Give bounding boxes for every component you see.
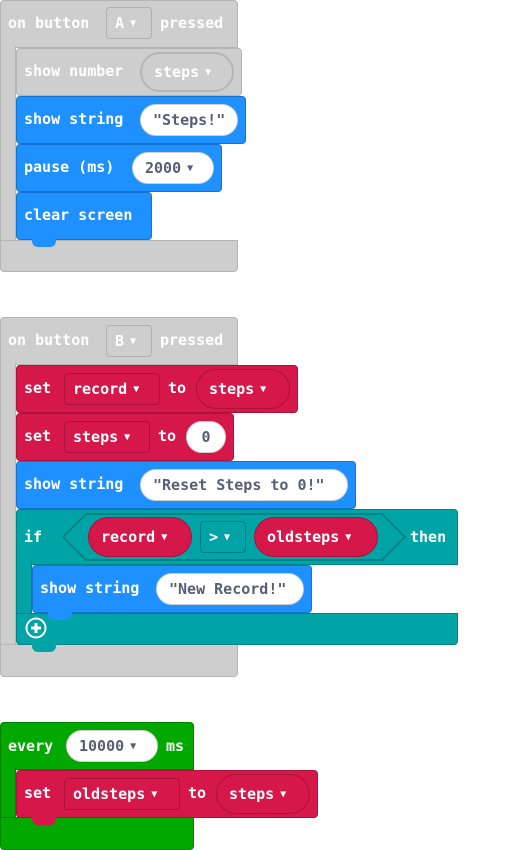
- compare-left-dropdown[interactable]: record ▼: [88, 517, 192, 557]
- caret-down-icon: ▼: [133, 383, 140, 395]
- show-number-value-dropdown[interactable]: steps ▼: [140, 52, 234, 92]
- compare-right-dropdown[interactable]: oldsteps ▼: [254, 517, 378, 557]
- show-string-label: show string: [24, 110, 124, 128]
- clear-screen-notch: [32, 239, 56, 247]
- caret-down-icon: ▼: [280, 788, 287, 800]
- on-button-a-suffix: pressed: [160, 14, 224, 32]
- if-block-body-left: [16, 563, 32, 615]
- show-string-reset-label: show string: [24, 475, 124, 493]
- set-record-to-label: to: [168, 379, 187, 397]
- compare-operator-dropdown[interactable]: > ▼: [200, 521, 246, 553]
- show-string-new-record-input[interactable]: "New Record!": [156, 573, 304, 605]
- set-steps-value-input[interactable]: 0: [186, 421, 226, 453]
- set-record-label: set: [24, 379, 52, 397]
- set-oldsteps-notch: [32, 817, 56, 825]
- caret-down-icon: ▼: [130, 740, 137, 752]
- set-record-value-dropdown[interactable]: steps ▼: [196, 369, 290, 409]
- button-a-dropdown[interactable]: A ▼: [106, 7, 152, 39]
- caret-down-icon: ▼: [224, 531, 231, 543]
- every-interval-dropdown[interactable]: 10000 ▼: [66, 730, 158, 762]
- caret-down-icon: ▼: [260, 383, 267, 395]
- show-number-label: show number: [24, 62, 124, 80]
- clear-screen-label: clear screen: [24, 206, 133, 224]
- set-steps-label: set: [24, 427, 52, 445]
- caret-down-icon: ▼: [205, 66, 212, 78]
- on-button-b-body-left: [0, 363, 16, 647]
- on-button-a-body-left: [0, 46, 16, 244]
- caret-down-icon: ▼: [130, 17, 137, 29]
- if-block-footer: [16, 613, 458, 645]
- on-button-b-prefix: on button: [8, 331, 90, 349]
- set-steps-var-dropdown[interactable]: steps ▼: [64, 421, 150, 453]
- caret-down-icon: ▼: [345, 531, 352, 543]
- caret-down-icon: ▼: [151, 788, 158, 800]
- caret-down-icon: ▼: [161, 531, 168, 543]
- set-record-var-dropdown[interactable]: record ▼: [64, 373, 160, 405]
- add-else-plus-icon[interactable]: [25, 617, 47, 639]
- every-block-body-left: [0, 768, 16, 820]
- caret-down-icon: ▼: [130, 335, 137, 347]
- caret-down-icon: ▼: [187, 162, 194, 174]
- set-oldsteps-to-label: to: [188, 784, 207, 802]
- every-unit-label: ms: [166, 737, 185, 755]
- show-string-new-record-label: show string: [40, 579, 140, 597]
- set-steps-to-label: to: [158, 427, 177, 445]
- pause-label: pause (ms): [24, 158, 115, 176]
- if-label: if: [24, 528, 43, 546]
- if-footer-notch: [32, 644, 56, 652]
- show-string-reset-input[interactable]: "Reset Steps to 0!": [140, 469, 348, 501]
- show-string-steps-input[interactable]: "Steps!": [140, 104, 238, 136]
- pause-ms-dropdown[interactable]: 2000 ▼: [132, 152, 214, 184]
- every-label: every: [8, 737, 54, 755]
- button-b-dropdown[interactable]: B ▼: [106, 325, 152, 357]
- then-label: then: [410, 528, 447, 546]
- every-block-footer: [0, 817, 194, 850]
- on-button-b-suffix: pressed: [160, 331, 224, 349]
- caret-down-icon: ▼: [124, 431, 131, 443]
- set-oldsteps-value-dropdown[interactable]: steps ▼: [216, 774, 310, 814]
- inner-show-notch: [48, 612, 72, 620]
- set-oldsteps-var-dropdown[interactable]: oldsteps ▼: [64, 778, 180, 810]
- set-oldsteps-label: set: [24, 784, 52, 802]
- on-button-a-prefix: on button: [8, 14, 90, 32]
